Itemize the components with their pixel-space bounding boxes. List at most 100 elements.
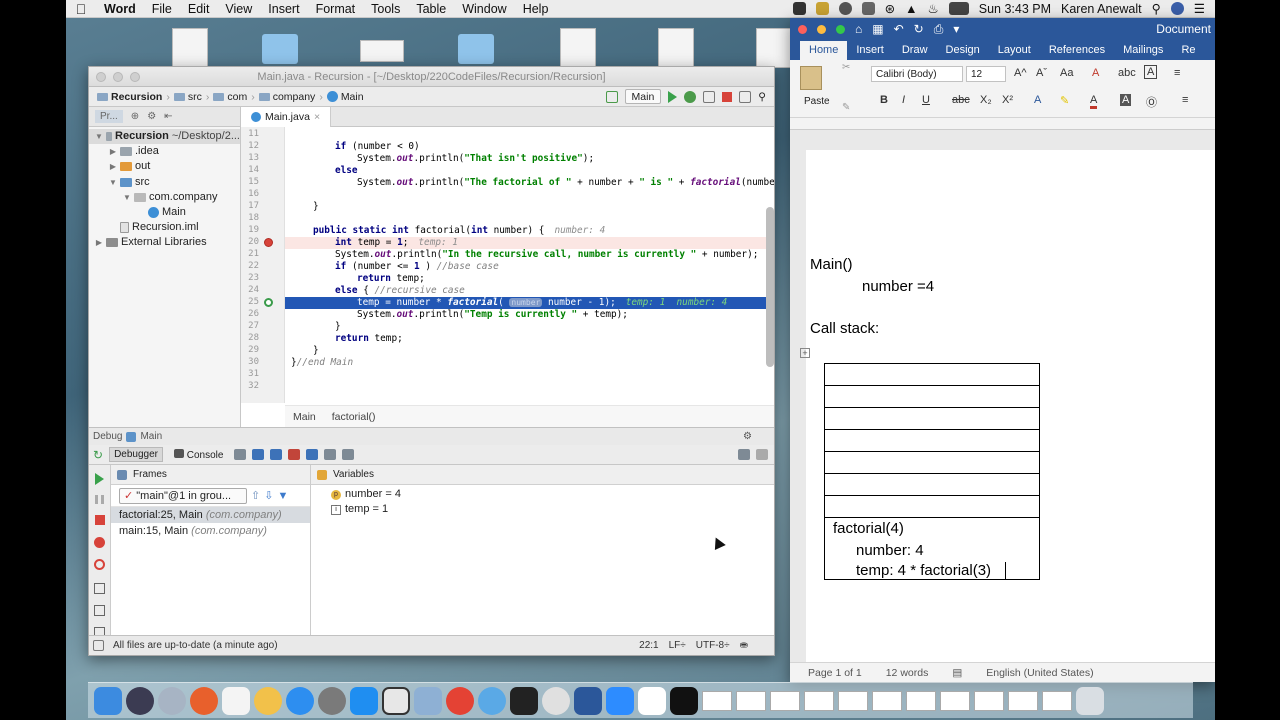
rerun-icon[interactable]: ↻	[93, 448, 103, 462]
editor-tab-main[interactable]: Main.java ×	[241, 107, 332, 127]
gear-icon[interactable]: ⚙	[147, 111, 156, 122]
file-encoding[interactable]: UTF-8÷	[696, 640, 730, 651]
desktop-folder-icon[interactable]	[262, 34, 298, 64]
arrow-down-icon[interactable]: ⇩	[264, 489, 273, 502]
menu-edit[interactable]: Edit	[180, 2, 218, 16]
redo-icon[interactable]: ↻	[914, 22, 924, 36]
trash-icon[interactable]	[1076, 686, 1104, 715]
ruler[interactable]	[790, 118, 1215, 130]
settings-icon[interactable]	[94, 605, 105, 616]
battery-icon[interactable]	[948, 2, 969, 15]
frame-row-factorial[interactable]: factorial:25, Main (com.company)	[111, 507, 310, 523]
minimized-window-thumbnail[interactable]	[872, 690, 902, 711]
subscript-button[interactable]: X₂	[980, 94, 992, 106]
change-case-icon[interactable]: Aa	[1060, 67, 1073, 79]
doc-text-main[interactable]: Main()	[810, 256, 853, 273]
undo-icon[interactable]: ↶	[894, 22, 904, 36]
doc-text-number[interactable]: number =4	[862, 278, 934, 295]
font-color-icon[interactable]: A	[1090, 94, 1098, 109]
desktop-file-icon[interactable]	[658, 28, 694, 68]
step-out-icon[interactable]	[306, 449, 319, 460]
highlight-icon[interactable]: ✎	[1060, 94, 1069, 107]
call-stack-frame-factorial[interactable]: factorial(4) number: 4 temp: 4 * factori…	[825, 518, 1039, 582]
proofing-icon[interactable]: ▤	[952, 667, 962, 679]
call-stack-row[interactable]	[825, 364, 1039, 386]
variable-row-temp[interactable]: i temp = 1	[311, 502, 774, 517]
chrome-icon[interactable]	[446, 686, 474, 715]
run-configuration-select[interactable]: Main	[624, 89, 662, 104]
search-icon[interactable]: ⚲	[758, 91, 766, 103]
desktop-file-icon[interactable]	[756, 28, 792, 68]
coverage-icon[interactable]	[703, 90, 716, 103]
disclosure-triangle-icon[interactable]: ▶	[109, 159, 117, 174]
tree-item[interactable]: ▼ Recursion ~/Desktop/2...	[89, 129, 240, 145]
font-size-select[interactable]: 12	[966, 66, 1006, 82]
debug-icon[interactable]	[684, 90, 697, 103]
menu-file[interactable]: File	[144, 2, 180, 16]
clipboard-icon[interactable]	[800, 66, 822, 90]
minimized-window-thumbnail[interactable]	[1042, 690, 1072, 711]
ribbon-tab-review[interactable]: Re	[1172, 44, 1204, 60]
safari-icon[interactable]	[286, 686, 314, 715]
menu-tools[interactable]: Tools	[363, 2, 408, 16]
home-icon[interactable]: ⌂	[855, 22, 862, 36]
thread-select[interactable]: ✓ "main"@1 in grou...	[119, 487, 247, 504]
disclosure-triangle-icon[interactable]: ▶	[95, 235, 103, 250]
console-icon[interactable]	[510, 686, 538, 715]
tree-item[interactable]: ▼ src	[89, 175, 240, 190]
tree-item[interactable]: ▶ out	[89, 159, 240, 174]
siri-icon[interactable]	[126, 686, 154, 715]
ribbon-tab-design[interactable]: Design	[937, 44, 989, 60]
paste-button[interactable]: Paste	[804, 96, 830, 107]
tree-item[interactable]: ▶ .idea	[89, 144, 240, 159]
customize-icon[interactable]: ▾	[953, 22, 959, 36]
minimize-button[interactable]	[817, 24, 826, 34]
acrobat-icon[interactable]	[222, 686, 250, 715]
ribbon-tab-references[interactable]: References	[1040, 44, 1114, 60]
breakpoint-icon[interactable]	[264, 238, 273, 247]
close-button[interactable]	[798, 24, 807, 34]
restore-layout-icon[interactable]	[738, 449, 750, 460]
code-line[interactable]: System.out.println("The factorial of " +…	[357, 177, 774, 188]
project-structure-icon[interactable]	[739, 90, 752, 103]
greenfoot-icon[interactable]	[382, 686, 410, 715]
siri-icon[interactable]	[1170, 2, 1184, 15]
evaluate-expression-icon[interactable]	[342, 449, 355, 460]
virtualbox-icon[interactable]	[414, 686, 442, 715]
zoom-icon[interactable]	[606, 686, 634, 715]
nav-crumb-main[interactable]: Main	[326, 91, 364, 103]
messages-icon[interactable]	[478, 686, 506, 715]
desktop-file-icon[interactable]	[360, 40, 404, 62]
doc-text-call-stack[interactable]: Call stack:	[810, 320, 879, 337]
ribbon-tab-home[interactable]: Home	[800, 41, 848, 60]
call-stack-table[interactable]: factorial(4) number: 4 temp: 4 * factori…	[824, 363, 1040, 580]
tree-item[interactable]: Recursion.iml	[89, 220, 240, 235]
zoom-button[interactable]	[836, 24, 845, 34]
text-effects-icon[interactable]: A	[1034, 94, 1041, 106]
strikethrough-button[interactable]: abc	[952, 94, 970, 106]
call-stack-row[interactable]	[825, 452, 1039, 474]
notification-center-icon[interactable]: ☰	[1194, 1, 1205, 16]
stop-icon[interactable]	[95, 515, 105, 525]
shrink-font-icon[interactable]: Aˇ	[1036, 67, 1047, 79]
display-icon[interactable]	[861, 2, 875, 15]
mute-breakpoints-icon[interactable]	[94, 559, 105, 570]
filter-icon[interactable]: ▼	[277, 490, 288, 502]
step-into-icon[interactable]	[270, 449, 283, 460]
language-indicator[interactable]: English (United States)	[986, 667, 1093, 679]
system-preferences-icon[interactable]	[318, 686, 346, 715]
ribbon-tab-mailings[interactable]: Mailings	[1114, 44, 1172, 60]
desktop-file-icon[interactable]	[172, 28, 208, 68]
call-stack-row[interactable]	[825, 408, 1039, 430]
build-icon[interactable]	[605, 90, 618, 103]
frame-row-main[interactable]: main:15, Main (com.company)	[111, 523, 310, 539]
arrow-up-icon[interactable]: ⇧	[251, 489, 260, 502]
nav-crumb-company[interactable]: company	[258, 91, 315, 103]
settings-icon[interactable]	[756, 449, 768, 460]
code-line[interactable]: System.out.println("That isn't positive"…	[357, 153, 594, 164]
menu-help[interactable]: Help	[515, 2, 557, 16]
disclosure-triangle-icon[interactable]: ▼	[109, 175, 117, 190]
minimized-window-thumbnail[interactable]	[974, 690, 1004, 711]
table-move-handle-icon[interactable]: +	[800, 348, 810, 358]
debug-config-tab[interactable]: Main	[140, 431, 162, 442]
